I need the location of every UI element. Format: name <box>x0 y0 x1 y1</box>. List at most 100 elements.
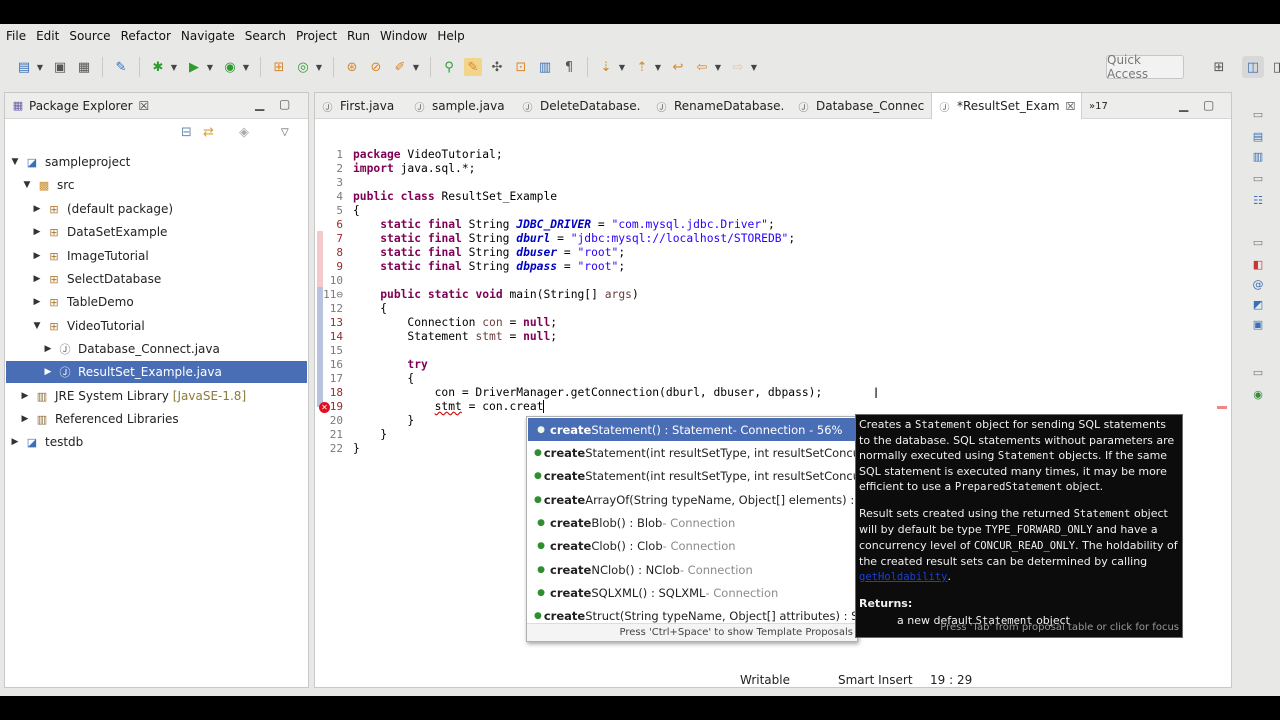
new-dropdown-icon[interactable]: ▼ <box>36 58 44 76</box>
last-edit-location-icon[interactable]: ↩ <box>669 58 687 76</box>
proposal-item[interactable]: ● create Statement() : Statement - Connect… <box>528 418 856 441</box>
connect-mylyn-icon[interactable]: ▥ <box>1250 148 1266 164</box>
external-tools-dropdown-icon[interactable]: ▼ <box>242 58 250 76</box>
debug-perspective-icon[interactable]: ◨ <box>1268 56 1280 78</box>
tree-item-selectdatabase[interactable]: ▶ ⊞ SelectDatabase <box>31 268 162 290</box>
run-icon[interactable]: ▶ <box>185 58 203 76</box>
tab-deletedatabase[interactable]: Ⓙ DeleteDatabase. <box>521 93 641 119</box>
view-menu-icon[interactable]: ▽ <box>281 127 289 138</box>
proposal-item[interactable]: ● create Blob() : Blob - Connection <box>528 511 856 534</box>
tree-item-imagetutorial[interactable]: ▶ ⊞ ImageTutorial <box>31 245 149 267</box>
menu-refactor[interactable]: Refactor <box>121 29 179 43</box>
new-java-class-icon[interactable]: ◎ <box>294 58 312 76</box>
menu-edit[interactable]: Edit <box>36 29 67 43</box>
previous-annotation-icon[interactable]: ⇡ <box>633 58 651 76</box>
tree-item-src[interactable]: ▼ ▩ src <box>21 174 75 196</box>
quick-access-field[interactable]: Quick Access <box>1106 53 1184 81</box>
maximize-icon[interactable]: ▢ <box>279 97 290 111</box>
save-all-icon[interactable]: ▦ <box>75 58 93 76</box>
tab-renamedatabase[interactable]: Ⓙ RenameDatabase. <box>655 93 785 119</box>
proposal-item[interactable]: ● create Statement(int resultSetType, int … <box>528 441 856 464</box>
restore-icon[interactable]: ▭ <box>1250 106 1266 122</box>
link-with-editor-icon[interactable]: ⇄ <box>203 125 214 140</box>
proposal-item[interactable]: ● create ArrayOf(String typeName, Object[]… <box>528 488 856 511</box>
proposal-item[interactable]: ● create NClob() : NClob - Connection <box>528 558 856 581</box>
show-whitespace-icon[interactable]: ▥ <box>536 58 554 76</box>
tree-item-jre-system-library[interactable]: ▶ ▥ JRE System Library [JavaSE-1.8] <box>19 385 247 407</box>
tree-item-videotutorial[interactable]: ▼ ⊞ VideoTutorial <box>31 315 145 337</box>
problems-icon[interactable]: ◧ <box>1250 256 1266 272</box>
javadoc-popup[interactable]: Creates a Statement object for sending S… <box>855 414 1183 638</box>
menu-help[interactable]: Help <box>437 29 472 43</box>
maximize-icon[interactable]: ▢ <box>1203 98 1214 112</box>
open-task-icon[interactable]: ⊘ <box>367 58 385 76</box>
menu-window[interactable]: Window <box>380 29 435 43</box>
previous-annotation-dropdown-icon[interactable]: ▼ <box>654 58 662 76</box>
console-icon[interactable]: ▣ <box>1250 316 1266 332</box>
new-class-dropdown-icon[interactable]: ▼ <box>315 58 323 76</box>
forward-dropdown-icon[interactable]: ▼ <box>750 58 758 76</box>
javadoc-icon[interactable]: @ <box>1250 276 1266 292</box>
run-dropdown-icon[interactable]: ▼ <box>206 58 214 76</box>
tab-database-connect[interactable]: Ⓙ Database_Connec <box>797 93 925 119</box>
search-dropdown-icon[interactable]: ▼ <box>412 58 420 76</box>
proposal-item[interactable]: ● create Statement(int resultSetType, int … <box>528 464 856 487</box>
back-icon[interactable]: ⇦ <box>693 58 711 76</box>
search-icon[interactable]: ✐ <box>391 58 409 76</box>
menu-project[interactable]: Project <box>296 29 345 43</box>
tab-first-java[interactable]: Ⓙ First.java <box>321 93 395 119</box>
close-icon[interactable]: ☒ <box>139 99 150 113</box>
new-java-package-icon[interactable]: ⊞ <box>270 58 288 76</box>
task-list-icon[interactable]: ▤ <box>1250 128 1266 144</box>
tab-resultset-example[interactable]: Ⓙ *ResultSet_Exam ☒ <box>931 93 1083 119</box>
tree-item-tabledemo[interactable]: ▶ ⊞ TableDemo <box>31 291 134 313</box>
tree-item-sampleproject[interactable]: ▼ ◪ sampleproject <box>9 151 131 173</box>
tree-item-referenced-libraries[interactable]: ▶ ▥ Referenced Libraries <box>19 408 179 430</box>
skip-breakpoints-icon[interactable]: ✎ <box>112 58 130 76</box>
menu-run[interactable]: Run <box>347 29 378 43</box>
next-annotation-dropdown-icon[interactable]: ▼ <box>618 58 626 76</box>
menu-source[interactable]: Source <box>69 29 118 43</box>
debug-icon[interactable]: ✱ <box>149 58 167 76</box>
java-perspective-icon[interactable]: ◫ <box>1242 56 1264 78</box>
focus-task-icon[interactable]: ◈ <box>239 125 249 140</box>
tree-item-resultset-example-java[interactable]: ▶ Ⓙ ResultSet_Example.java <box>6 361 307 383</box>
restore-icon[interactable]: ▭ <box>1250 364 1266 380</box>
git-icon[interactable]: ◉ <box>1250 386 1266 402</box>
proposal-item[interactable]: ● create SQLXML() : SQLXML - Connection <box>528 581 856 604</box>
collapse-all-icon[interactable]: ⊟ <box>181 125 192 140</box>
block-selection-icon[interactable]: ✣ <box>488 58 506 76</box>
minimize-icon[interactable]: ▁ <box>1179 98 1188 112</box>
tree-item-datasetexample[interactable]: ▶ ⊞ DataSetExample <box>31 221 168 243</box>
external-tools-icon[interactable]: ◉ <box>221 58 239 76</box>
next-annotation-icon[interactable]: ⇣ <box>597 58 615 76</box>
proposal-item[interactable]: ● create Clob() : Clob - Connection <box>528 534 856 557</box>
code-line-19[interactable]: stmt = con.creat <box>353 400 545 413</box>
restore-icon[interactable]: ▭ <box>1250 170 1266 186</box>
close-icon[interactable]: ☒ <box>1066 100 1076 113</box>
back-dropdown-icon[interactable]: ▼ <box>714 58 722 76</box>
open-perspective-icon[interactable]: ⊞ <box>1208 56 1230 78</box>
word-wrap-icon[interactable]: ⊡ <box>512 58 530 76</box>
debug-dropdown-icon[interactable]: ▼ <box>170 58 178 76</box>
save-icon[interactable]: ▣ <box>51 58 69 76</box>
toggle-breadcrumb-icon[interactable]: ✎ <box>464 58 482 76</box>
package-explorer-tab[interactable]: ▦ Package Explorer ☒ <box>5 93 150 119</box>
toggle-mark-occurrences-icon[interactable]: ⚲ <box>440 58 458 76</box>
tree-item-database-connect-java[interactable]: ▶ Ⓙ Database_Connect.java <box>42 338 220 360</box>
menu-navigate[interactable]: Navigate <box>181 29 243 43</box>
getholdability-link[interactable]: getHoldability <box>859 571 948 583</box>
tab-sample-java[interactable]: Ⓙsample.java <box>413 93 505 119</box>
minimize-icon[interactable]: ▁ <box>255 97 264 111</box>
new-icon[interactable]: ▤ <box>15 58 33 76</box>
forward-icon[interactable]: ⇨ <box>729 58 747 76</box>
outline-icon[interactable]: ☷ <box>1250 192 1266 208</box>
restore-icon[interactable]: ▭ <box>1250 234 1266 250</box>
tab-overflow[interactable]: »17 <box>1089 93 1108 119</box>
menu-file[interactable]: File <box>6 29 34 43</box>
open-type-icon[interactable]: ⊛ <box>343 58 361 76</box>
menu-search[interactable]: Search <box>245 29 294 43</box>
tree-item-testdb[interactable]: ▶ ◪ testdb <box>9 431 84 453</box>
tree-item-default-package[interactable]: ▶ ⊞ (default package) <box>31 198 174 220</box>
pilcrow-icon[interactable]: ¶ <box>560 58 578 76</box>
